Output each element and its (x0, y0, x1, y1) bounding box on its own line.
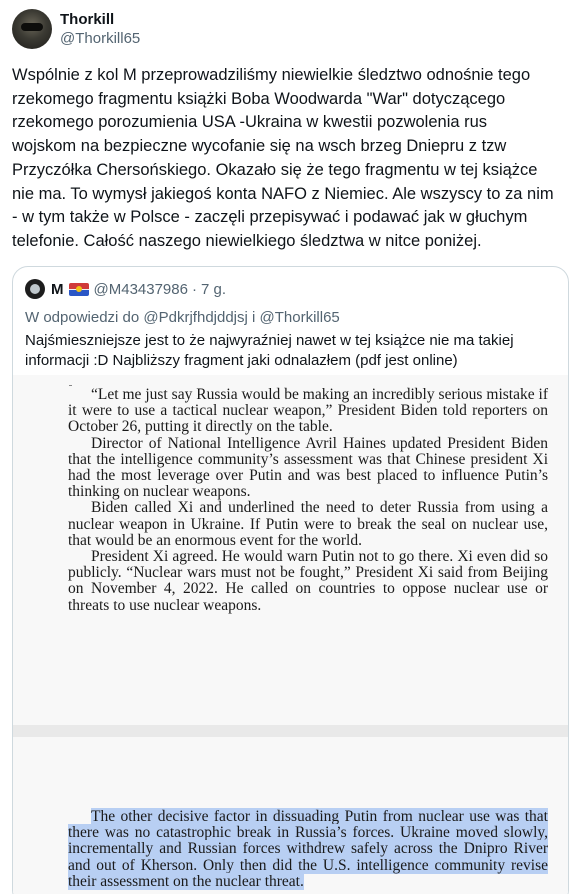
tweet-author[interactable]: Thorkill @Thorkill65 (12, 8, 140, 50)
page-mark (69, 385, 72, 386)
quoted-text-line: informacji :D Najbliższy fragment jaki o… (25, 352, 458, 369)
tweet-text-line: wojskom na bezpieczne wycofanie się na w… (12, 137, 507, 156)
tweet-text-line: rzekomego fragmentu książki Boba Woodwar… (12, 89, 506, 108)
quoted-avatar[interactable] (25, 279, 45, 299)
quoted-handle[interactable]: @M43437986 (94, 281, 188, 298)
separator-dot: · (191, 280, 197, 298)
reply-and: i (247, 309, 260, 326)
document-body-1: “Let me just say Russia would be making … (68, 386, 548, 614)
tweet-text-line: Przyczółka Chersońskiego. Okazało się że… (12, 160, 538, 179)
quoted-display-name[interactable]: M (51, 281, 64, 298)
tweet-text: Wspólnie z kol M przeprowadziliśmy niewi… (12, 64, 558, 254)
quoted-text-line: Najśmieszniejsze jest to że najwyraźniej… (25, 332, 514, 349)
author-display-name[interactable]: Thorkill (60, 10, 140, 29)
tweet-text-line: Wspólnie z kol M przeprowadziliśmy niewi… (12, 66, 531, 84)
reply-context: W odpowiedzi do @Pdkrjfhdjddjsj i @Thork… (25, 309, 340, 326)
avatar[interactable] (12, 9, 52, 49)
document-screenshot[interactable]: “Let me just say Russia would be making … (13, 375, 568, 894)
tweet-text-line: rzekomego porozumienia USA -Ukraina w kw… (12, 113, 488, 132)
document-body-2: The other decisive factor in dissuading … (68, 808, 548, 890)
tweet-text-line: - w tym także w Polsce - zaczęli przepis… (12, 208, 528, 227)
highlighted-text: The other decisive factor in dissuading … (68, 808, 548, 890)
kiribati-flag-icon (68, 282, 89, 296)
quoted-tweet-header: M @M43437986 · 7 g. (25, 279, 226, 299)
reply-mention-1[interactable]: @Pdkrjfhdjddjsj (143, 309, 247, 326)
author-handle[interactable]: @Thorkill65 (60, 29, 140, 48)
document-page-1: “Let me just say Russia would be making … (13, 375, 568, 725)
document-paragraph: Biden called Xi and underlined the need … (68, 499, 548, 549)
document-paragraph: “Let me just say Russia would be making … (68, 386, 548, 436)
tweet-text-line: telefonie. Całość naszego niewielkiego ś… (12, 231, 482, 250)
document-paragraph-highlighted: The other decisive factor in dissuading … (68, 808, 548, 890)
page-divider (13, 725, 568, 737)
document-paragraph: President Xi agreed. He would warn Putin… (68, 548, 548, 614)
tweet-text-line: nie ma. To wymysł jakiegoś konta NAFO z … (12, 184, 554, 203)
author-names: Thorkill @Thorkill65 (60, 10, 140, 48)
document-paragraph: Director of National Intelligence Avril … (68, 434, 548, 501)
document-page-2: The other decisive factor in dissuading … (13, 737, 568, 894)
reply-prefix: W odpowiedzi do (25, 309, 144, 326)
quoted-tweet[interactable]: M @M43437986 · 7 g. W odpowiedzi do @Pdk… (12, 266, 569, 894)
quoted-tweet-text: Najśmieszniejsze jest to że najwyraźniej… (25, 331, 555, 371)
reply-mention-2[interactable]: @Thorkill65 (260, 309, 340, 326)
quoted-timestamp[interactable]: 7 g. (201, 281, 226, 298)
